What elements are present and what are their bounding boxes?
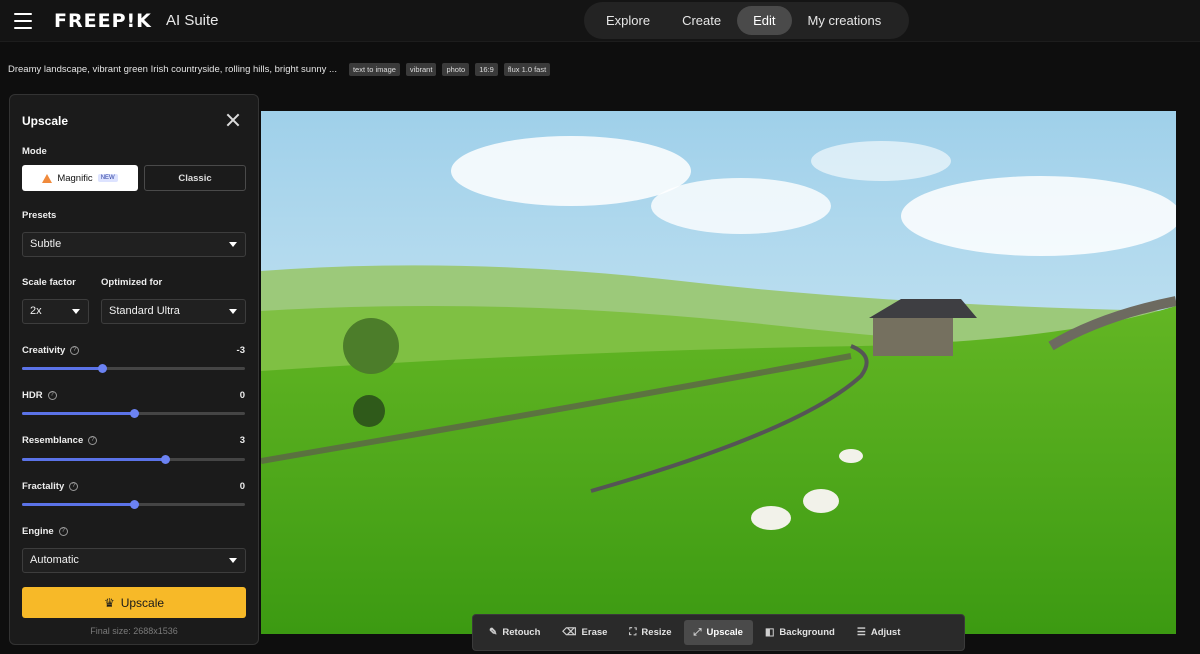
hdr-value: 0: [239, 390, 245, 401]
tool-erase[interactable]: ⌫ Erase: [552, 620, 617, 645]
resemblance-value: 3: [239, 435, 245, 446]
engine-label: Engine?: [22, 526, 68, 537]
mode-classic-button[interactable]: Classic: [144, 165, 246, 191]
hamburger-menu-icon[interactable]: [14, 13, 32, 29]
brush-icon: ✎: [489, 627, 498, 638]
nav-create[interactable]: Create: [666, 6, 737, 35]
nav-my-creations[interactable]: My creations: [792, 6, 898, 35]
tool-background[interactable]: ◧ Background: [755, 620, 845, 645]
help-icon[interactable]: ?: [47, 391, 57, 400]
hdr-label: HDR?: [22, 390, 57, 401]
fractality-label: Fractality?: [22, 481, 79, 492]
image-canvas[interactable]: [261, 111, 1176, 634]
optimized-for-label: Optimized for: [101, 277, 163, 288]
tag-model: flux 1.0 fast: [503, 62, 551, 76]
new-badge: NEW: [97, 174, 118, 182]
chevron-down-icon: [72, 309, 80, 314]
nav-edit[interactable]: Edit: [737, 6, 792, 35]
help-icon[interactable]: ?: [70, 346, 80, 355]
mode-label: Mode: [22, 146, 47, 157]
top-bar: FREEP!K AI Suite Explore Create Edit My …: [0, 0, 1200, 42]
chevron-down-icon: [229, 309, 237, 314]
optimized-for-select[interactable]: Standard Ultra: [101, 299, 246, 324]
main-nav: Explore Create Edit My creations: [584, 2, 909, 39]
sliders-icon: ☰: [856, 627, 866, 638]
scale-factor-label: Scale factor: [22, 277, 76, 288]
edit-toolbar: ✎ Retouch ⌫ Erase ⛶ Resize ⤢ Upscale ◧ Backgr…: [472, 614, 965, 651]
magnific-logo-icon: [42, 173, 53, 183]
prompt-text: Dreamy landscape, vibrant green Irish co…: [8, 63, 337, 75]
background-icon: ◧: [764, 627, 775, 638]
slider-handle[interactable]: [129, 409, 139, 418]
resemblance-label: Resemblance?: [22, 435, 98, 446]
final-size-text: Final size: 2688x1536: [90, 626, 178, 636]
mode-magnific-button[interactable]: Magnific NEW: [22, 165, 138, 191]
resemblance-slider[interactable]: [22, 455, 245, 464]
presets-select[interactable]: Subtle: [22, 232, 246, 257]
landscape-image: [261, 111, 1176, 634]
upscale-button[interactable]: ♛ Upscale: [22, 587, 246, 618]
tool-retouch[interactable]: ✎ Retouch: [479, 620, 550, 645]
creativity-slider[interactable]: [22, 364, 245, 373]
tool-upscale[interactable]: ⤢ Upscale: [683, 620, 753, 645]
close-icon[interactable]: [226, 113, 240, 127]
panel-title: Upscale: [22, 114, 69, 128]
scale-factor-select[interactable]: 2x: [22, 299, 89, 324]
slider-handle[interactable]: [129, 500, 139, 509]
presets-label: Presets: [22, 210, 57, 221]
tag-photo: photo: [442, 62, 470, 76]
help-icon[interactable]: ?: [88, 436, 98, 445]
tag-text-to-image: text to image: [348, 62, 400, 76]
upscale-icon: ⤢: [693, 627, 702, 638]
crown-icon: ♛: [103, 595, 115, 610]
tool-adjust[interactable]: ☰ Adjust: [847, 620, 911, 645]
freepik-logo[interactable]: FREEP!K: [54, 10, 152, 32]
tag-vibrant: vibrant: [405, 62, 437, 76]
ai-suite-label: AI Suite: [166, 12, 219, 29]
slider-handle[interactable]: [98, 364, 108, 373]
nav-explore[interactable]: Explore: [590, 6, 666, 35]
creativity-value: -3: [236, 345, 245, 356]
creativity-label: Creativity?: [22, 345, 80, 356]
tool-resize[interactable]: ⛶ Resize: [619, 620, 681, 645]
fractality-slider[interactable]: [22, 500, 245, 509]
help-icon[interactable]: ?: [58, 527, 68, 536]
eraser-icon: ⌫: [562, 627, 577, 638]
slider-handle[interactable]: [160, 455, 170, 464]
chevron-down-icon: [229, 242, 237, 247]
crop-icon: ⛶: [629, 627, 637, 638]
chevron-down-icon: [229, 558, 237, 563]
hdr-slider[interactable]: [22, 409, 245, 418]
fractality-value: 0: [239, 481, 245, 492]
prompt-row: Dreamy landscape, vibrant green Irish co…: [8, 61, 551, 77]
tag-aspect-ratio: 16:9: [475, 62, 498, 76]
engine-select[interactable]: Automatic: [22, 548, 246, 573]
help-icon[interactable]: ?: [69, 482, 79, 491]
upscale-panel: Upscale Mode Magnific NEW Classic Preset…: [9, 94, 259, 645]
